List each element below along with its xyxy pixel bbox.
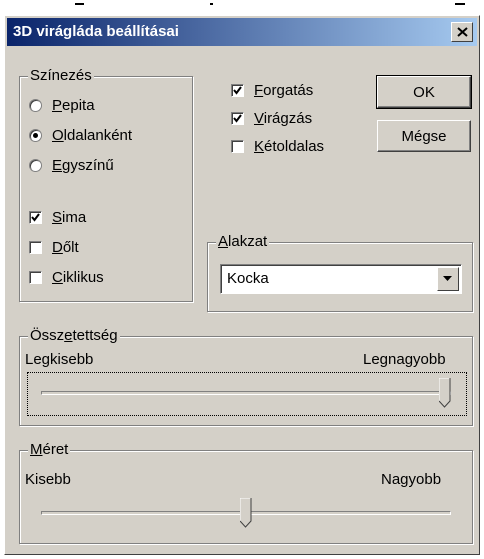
radio-oldalankent[interactable]: Oldalanként bbox=[29, 126, 132, 144]
complexity-slider-track bbox=[41, 391, 451, 395]
checkbox-dolt[interactable]: Dőlt bbox=[29, 238, 79, 256]
radio-egyszinu-button[interactable] bbox=[29, 158, 42, 172]
shape-dropdown[interactable]: Kocka bbox=[220, 264, 462, 294]
checkmark-icon bbox=[31, 212, 40, 222]
close-button[interactable] bbox=[451, 22, 473, 42]
checkbox-ciklikus-label: Ciklikus bbox=[52, 268, 104, 286]
size-min-label: Kisebb bbox=[25, 471, 71, 488]
checkbox-sima-label: Sima bbox=[52, 208, 87, 226]
complexity-slider-thumb[interactable] bbox=[439, 378, 451, 408]
title-bar[interactable]: 3D virágláda beállításai bbox=[7, 18, 477, 46]
size-slider[interactable] bbox=[41, 494, 451, 532]
radio-oldalankent-label: Oldalanként bbox=[52, 126, 133, 144]
size-legend: Méret bbox=[28, 441, 71, 458]
close-icon bbox=[457, 27, 468, 37]
radio-pepita-button[interactable] bbox=[29, 98, 42, 112]
settings-dialog: 3D virágláda beállításai Színezés Pepita… bbox=[4, 15, 480, 555]
radio-egyszinu-label: Egyszínű bbox=[52, 156, 114, 174]
checkbox-viragzas-box[interactable] bbox=[231, 111, 244, 125]
checkmark-icon bbox=[233, 85, 242, 95]
checkbox-viragzas[interactable]: Virágzás bbox=[231, 109, 312, 127]
complexity-min-label: Legkisebb bbox=[25, 351, 94, 368]
dropdown-arrow-button[interactable] bbox=[437, 267, 459, 291]
radio-oldalankent-button[interactable] bbox=[29, 128, 42, 142]
complexity-slider[interactable] bbox=[41, 374, 451, 412]
radio-egyszinu[interactable]: Egyszínű bbox=[29, 156, 114, 174]
ok-button[interactable]: OK bbox=[376, 75, 472, 109]
checkbox-forgatas-label: Forgatás bbox=[254, 81, 314, 99]
checkbox-dolt-box[interactable] bbox=[29, 240, 42, 254]
checkbox-sima[interactable]: Sima bbox=[29, 208, 86, 226]
checkbox-forgatas[interactable]: Forgatás bbox=[231, 81, 313, 99]
radio-pepita[interactable]: Pepita bbox=[29, 96, 95, 114]
complexity-legend: Összetettség bbox=[28, 327, 120, 344]
size-max-label: Nagyobb bbox=[381, 471, 442, 488]
checkmark-icon bbox=[233, 113, 242, 123]
complexity-max-label: Legnagyobb bbox=[363, 351, 446, 368]
shape-dropdown-value: Kocka bbox=[227, 270, 269, 287]
chevron-down-icon bbox=[443, 276, 452, 281]
checkbox-ketoldalas-box[interactable] bbox=[231, 139, 244, 153]
checkbox-sima-box[interactable] bbox=[29, 210, 42, 224]
checkbox-ciklikus[interactable]: Ciklikus bbox=[29, 268, 104, 286]
ok-button-label: OK bbox=[413, 83, 435, 101]
checkbox-ketoldalas[interactable]: Kétoldalas bbox=[231, 137, 324, 155]
radio-pepita-label: Pepita bbox=[52, 96, 95, 114]
checkbox-forgatas-box[interactable] bbox=[231, 83, 244, 97]
checkbox-viragzas-label: Virágzás bbox=[254, 109, 313, 127]
checkbox-dolt-label: Dőlt bbox=[52, 238, 79, 256]
coloring-legend: Színezés bbox=[28, 67, 94, 84]
shape-legend: Alakzat bbox=[216, 233, 270, 250]
window-title: 3D virágláda beállításai bbox=[13, 23, 179, 40]
cancel-button[interactable]: Mégse bbox=[377, 120, 471, 152]
cancel-button-label: Mégse bbox=[401, 127, 447, 145]
size-slider-thumb[interactable] bbox=[240, 498, 252, 528]
checkbox-ciklikus-box[interactable] bbox=[29, 270, 42, 284]
checkbox-ketoldalas-label: Kétoldalas bbox=[254, 137, 325, 155]
top-edge-marks bbox=[0, 0, 484, 12]
